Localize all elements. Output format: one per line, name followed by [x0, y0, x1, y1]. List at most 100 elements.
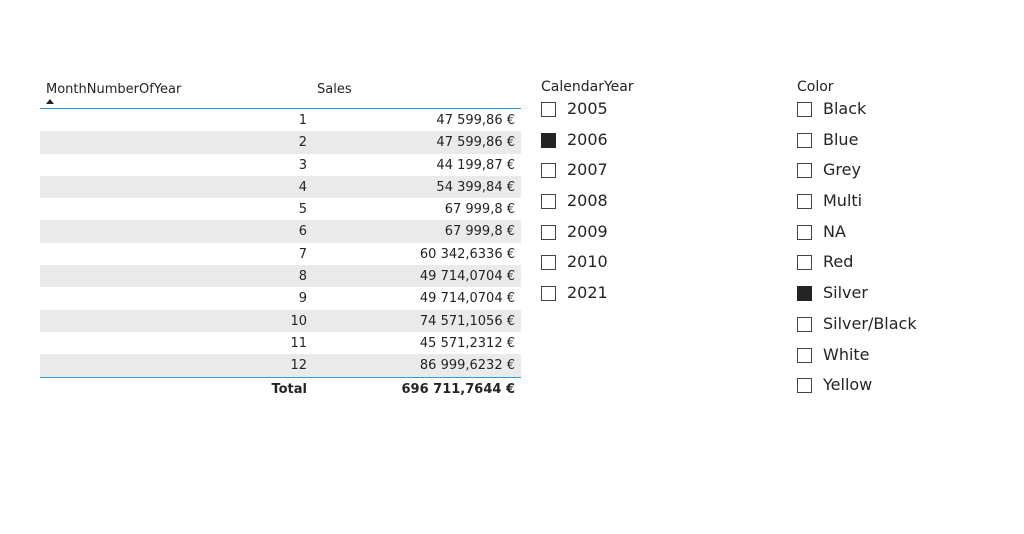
slicer-item-list: Black Blue Grey Multi NA Red Silver Silv… — [797, 99, 997, 408]
month-cell: 12 — [290, 358, 307, 374]
sales-cell: 74 571,1056 € — [419, 313, 515, 329]
sales-cell: 45 571,2312 € — [419, 335, 515, 351]
month-cell: 3 — [298, 157, 307, 173]
checkbox[interactable] — [541, 255, 556, 271]
sales-table: MonthNumberOfYear Sales 1 47 599,86 € 2 … — [40, 78, 521, 402]
slicer-title: Color — [797, 79, 834, 95]
month-cell: 4 — [298, 179, 307, 195]
slicer-item-white[interactable]: White — [797, 344, 997, 378]
sales-cell: 67 999,8 € — [444, 224, 515, 240]
column-header-sales[interactable]: Sales — [317, 82, 352, 97]
color-slicer: Color Black Blue Grey Multi NA Red Silve… — [797, 77, 997, 408]
slicer-item-label: 2021 — [567, 283, 608, 303]
checkbox[interactable] — [797, 316, 812, 332]
slicer-item-label: Black — [823, 99, 867, 118]
sales-cell: 67 999,8 € — [444, 202, 515, 218]
column-header-month[interactable]: MonthNumberOfYear — [46, 82, 181, 97]
checkbox[interactable] — [797, 102, 812, 117]
calendar-year-slicer: CalendarYear 2005 2006 2007 2008 2009 20… — [541, 77, 741, 316]
month-cell: 8 — [298, 269, 307, 285]
table-total-row: Total 696 711,7644 € — [40, 376, 521, 402]
month-cell: 7 — [298, 246, 307, 262]
slicer-item-label: Silver/Black — [823, 313, 917, 333]
slicer-item-label: 2009 — [567, 221, 608, 241]
table-row[interactable]: 6 67 999,8 € — [40, 220, 521, 243]
table-row[interactable]: 9 49 714,0704 € — [40, 287, 521, 309]
checkbox[interactable] — [797, 132, 812, 148]
sales-cell: 44 199,87 € — [436, 157, 515, 173]
sales-cell: 49 714,0704 € — [419, 269, 515, 285]
slicer-item-red[interactable]: Red — [797, 252, 997, 285]
sort-ascending-icon[interactable] — [46, 99, 54, 104]
slicer-item-label: 2006 — [567, 129, 608, 149]
slicer-item-2006[interactable]: 2006 — [541, 129, 741, 163]
checkbox[interactable] — [797, 255, 812, 271]
checkbox-checked[interactable] — [541, 132, 556, 148]
checkbox[interactable] — [541, 224, 556, 240]
table-row[interactable]: 1 47 599,86 € — [40, 109, 521, 131]
checkbox[interactable] — [541, 286, 556, 302]
slicer-item-label: Grey — [823, 160, 861, 180]
sales-cell: 86 999,6232 € — [419, 358, 515, 374]
checkbox[interactable] — [797, 224, 812, 240]
slicer-item-label: White — [823, 344, 870, 364]
slicer-item-label: 2005 — [567, 99, 608, 118]
table-row[interactable]: 2 47 599,86 € — [40, 131, 521, 154]
slicer-item-multi[interactable]: Multi — [797, 191, 997, 224]
slicer-item-2008[interactable]: 2008 — [541, 191, 741, 224]
checkbox[interactable] — [797, 194, 812, 210]
month-cell: 5 — [298, 202, 307, 218]
slicer-title: CalendarYear — [541, 79, 634, 95]
slicer-item-label: Red — [823, 252, 854, 272]
slicer-item-na[interactable]: NA — [797, 222, 997, 255]
checkbox-checked[interactable] — [797, 286, 812, 302]
slicer-item-2005[interactable]: 2005 — [541, 99, 741, 132]
sales-cell: 60 342,6336 € — [419, 246, 515, 262]
checkbox[interactable] — [797, 378, 812, 394]
table-row[interactable]: 7 60 342,6336 € — [40, 243, 521, 265]
table-row[interactable]: 3 44 199,87 € — [40, 154, 521, 176]
table-header: MonthNumberOfYear Sales — [40, 78, 521, 109]
slicer-item-grey[interactable]: Grey — [797, 160, 997, 193]
slicer-item-list: 2005 2006 2007 2008 2009 2010 2021 — [541, 99, 741, 316]
month-cell: 1 — [298, 113, 307, 128]
slicer-item-yellow[interactable]: Yellow — [797, 375, 997, 408]
slicer-item-2010[interactable]: 2010 — [541, 252, 741, 285]
slicer-item-blue[interactable]: Blue — [797, 129, 997, 163]
sales-cell: 47 599,86 € — [436, 113, 515, 128]
total-label: Total — [271, 381, 307, 397]
table-body: 1 47 599,86 € 2 47 599,86 € 3 44 199,87 … — [40, 109, 521, 377]
table-row[interactable]: 10 74 571,1056 € — [40, 309, 521, 332]
checkbox[interactable] — [797, 163, 812, 179]
month-cell: 2 — [298, 135, 307, 151]
slicer-item-label: Blue — [823, 129, 859, 149]
slicer-item-label: Multi — [823, 191, 863, 211]
total-sales-value: 696 711,7644 € — [401, 381, 516, 397]
month-cell: 10 — [290, 313, 307, 329]
table-row[interactable]: 12 86 999,6232 € — [40, 354, 521, 377]
checkbox[interactable] — [541, 194, 556, 210]
sales-cell: 47 599,86 € — [436, 135, 515, 151]
table-row[interactable]: 11 45 571,2312 € — [40, 332, 521, 354]
checkbox[interactable] — [541, 102, 556, 117]
slicer-item-2009[interactable]: 2009 — [541, 221, 741, 255]
slicer-item-label: 2010 — [567, 252, 608, 272]
sales-cell: 54 399,84 € — [436, 179, 515, 195]
slicer-item-label: 2007 — [567, 160, 608, 180]
table-row[interactable]: 8 49 714,0704 € — [40, 265, 521, 288]
slicer-item-silver-black[interactable]: Silver/Black — [797, 313, 997, 347]
slicer-item-silver[interactable]: Silver — [797, 283, 997, 316]
slicer-item-2021[interactable]: 2021 — [541, 283, 741, 316]
checkbox[interactable] — [541, 163, 556, 179]
slicer-item-label: Yellow — [823, 375, 873, 395]
slicer-item-label: 2008 — [567, 191, 608, 211]
month-cell: 9 — [298, 291, 307, 307]
table-row[interactable]: 4 54 399,84 € — [40, 175, 521, 199]
slicer-item-black[interactable]: Black — [797, 99, 997, 132]
checkbox[interactable] — [797, 347, 812, 363]
month-cell: 6 — [298, 224, 307, 240]
slicer-item-2007[interactable]: 2007 — [541, 160, 741, 193]
table-row[interactable]: 5 67 999,8 € — [40, 198, 521, 220]
month-cell: 11 — [290, 335, 307, 351]
sales-cell: 49 714,0704 € — [419, 291, 515, 307]
